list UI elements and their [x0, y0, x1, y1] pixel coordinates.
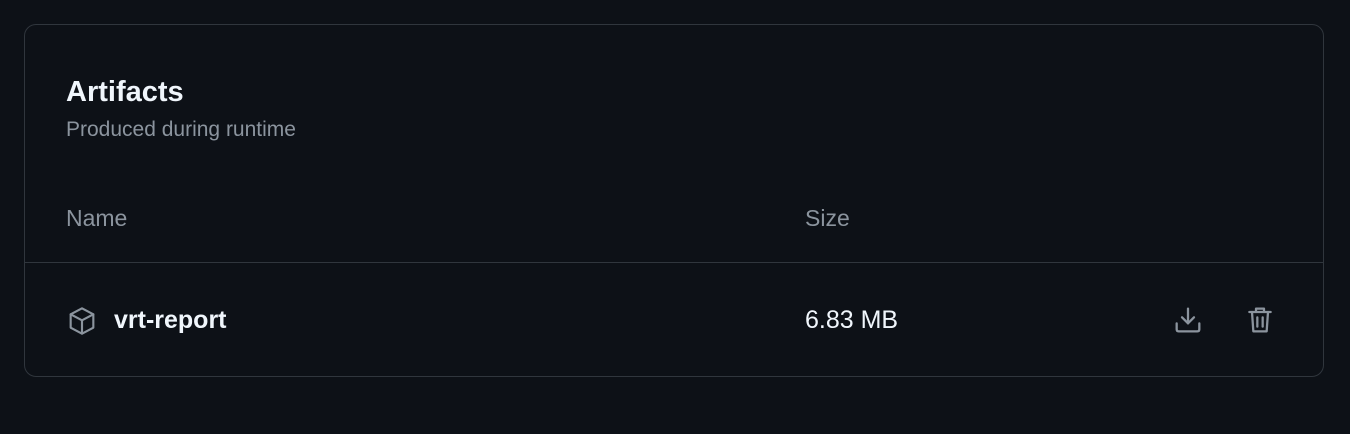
- delete-button[interactable]: [1238, 298, 1282, 342]
- column-header-size: Size: [805, 205, 850, 231]
- package-icon: [69, 307, 95, 335]
- trash-icon: [1248, 307, 1272, 333]
- artifact-name-link[interactable]: vrt-report: [114, 303, 227, 337]
- column-header-name: Name: [66, 205, 128, 231]
- artifacts-title: Artifacts: [66, 76, 184, 108]
- artifacts-panel: Artifacts Produced during runtime Name S…: [24, 24, 1324, 377]
- table-row: vrt-report 6.83 MB: [25, 263, 1323, 377]
- artifact-size: 6.83 MB: [805, 306, 899, 334]
- artifacts-header: Artifacts Produced during runtime: [66, 75, 296, 143]
- download-button[interactable]: [1166, 298, 1210, 342]
- download-icon: [1175, 307, 1201, 333]
- artifacts-subtitle: Produced during runtime: [66, 118, 296, 141]
